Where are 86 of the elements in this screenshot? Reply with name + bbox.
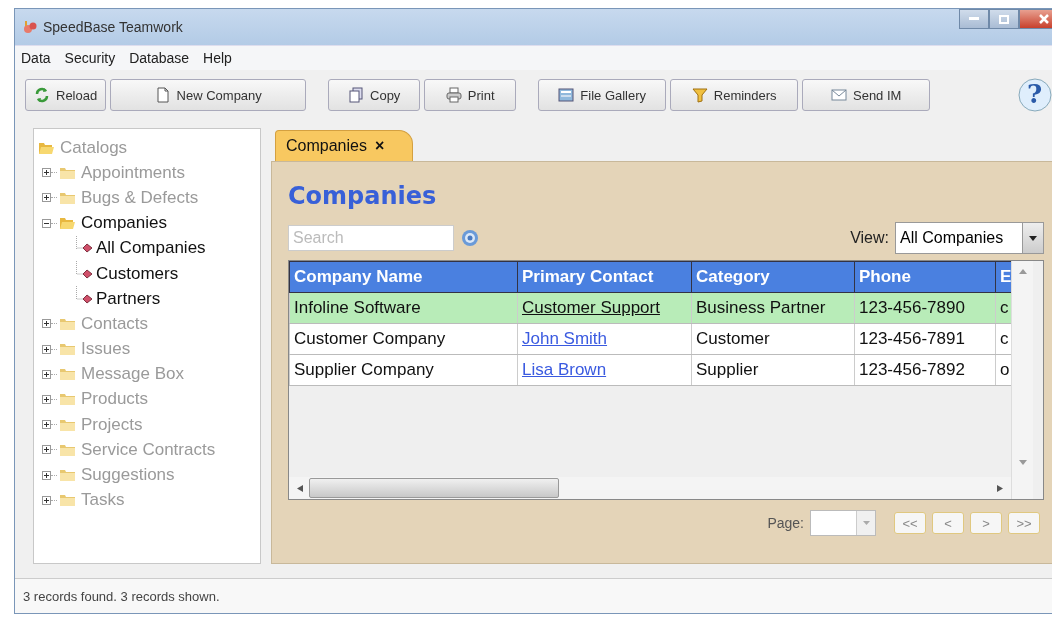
table-cell: 123-456-7892 — [854, 354, 996, 386]
column-header[interactable]: Company Name — [289, 261, 518, 293]
maximize-button[interactable] — [989, 9, 1019, 29]
toolbar-button[interactable]: Send IM — [802, 79, 931, 111]
envelope-icon — [831, 87, 847, 103]
tab[interactable]: Companies × — [275, 130, 414, 161]
minus-icon — [42, 218, 51, 228]
folder-icon — [59, 391, 77, 408]
plus-icon — [42, 193, 51, 203]
status-text: 3 records found. 3 records shown. — [23, 588, 220, 604]
toolbar-button[interactable]: Print — [424, 79, 517, 111]
toolbar-button[interactable]: Reload — [25, 79, 107, 111]
table-cell: 123-456-7891 — [854, 323, 996, 355]
maximize-icon — [999, 14, 1009, 24]
folder-icon — [59, 341, 77, 358]
column-header[interactable]: Phone — [854, 261, 996, 293]
scroll-down-icon — [1018, 460, 1027, 465]
folder-icon — [59, 467, 77, 484]
menu-item[interactable]: Database — [129, 50, 190, 66]
search-field[interactable]: Search — [288, 225, 454, 251]
plus-icon — [42, 495, 51, 505]
minimize-icon — [969, 17, 979, 21]
pager-button[interactable]: < — [932, 512, 964, 534]
gallery-icon — [558, 87, 575, 103]
page-label: Page: — [767, 515, 804, 531]
view-label: View: — [850, 229, 889, 247]
dropdown-arrow-icon — [1029, 235, 1037, 241]
menu-item[interactable]: Help — [203, 50, 232, 66]
tree-item[interactable]: Partners — [96, 288, 161, 309]
plus-icon — [42, 470, 51, 480]
help-icon — [1017, 77, 1052, 113]
toolbar-button[interactable]: File Gallery — [538, 79, 667, 111]
table-cell: Infoline Software — [289, 292, 518, 324]
plus-icon — [42, 319, 51, 329]
refresh-icon — [34, 87, 50, 103]
vertical-scrollbar[interactable] — [1011, 261, 1033, 499]
funnel-icon — [691, 87, 708, 103]
window-title: SpeedBase Teamwork — [43, 19, 183, 35]
pager-button[interactable]: << — [894, 512, 926, 534]
view-dropdown[interactable]: All Companies — [895, 222, 1044, 254]
page-heading: Companies — [288, 182, 438, 210]
folder-icon — [59, 366, 77, 383]
column-header[interactable]: Category — [691, 261, 855, 293]
app-icon — [23, 20, 37, 34]
table-row[interactable]: Supplier Company Lisa Brown Supplier 123-456-7892 o — [289, 354, 1011, 386]
close-icon — [1039, 14, 1049, 24]
horizontal-scrollbar[interactable] — [289, 477, 1011, 499]
plus-icon — [42, 394, 51, 404]
copy-icon — [348, 87, 364, 103]
scrollbar-thumb[interactable] — [309, 478, 559, 498]
table-cell: Customer Company — [289, 323, 518, 355]
tree-item[interactable]: Companies — [81, 213, 167, 234]
gear-icon — [460, 228, 480, 248]
menu-item[interactable]: Security — [64, 50, 116, 66]
plus-icon — [42, 168, 51, 178]
tree-item[interactable]: Customers — [96, 263, 179, 284]
table-cell: Supplier — [691, 354, 855, 386]
table-row[interactable]: Customer Company John Smith Customer 123-456-7891 c — [289, 323, 1011, 355]
table-row[interactable]: Infoline Software Customer Support Business Partner 123-456-7890 c — [289, 292, 1011, 324]
scroll-up-icon — [1018, 269, 1027, 274]
folder-icon — [59, 492, 77, 509]
toolbar-button[interactable]: Copy — [328, 79, 421, 111]
plus-icon — [42, 445, 51, 455]
scroll-right-icon — [997, 484, 1003, 492]
plus-icon — [42, 369, 51, 379]
minimize-button[interactable] — [959, 9, 989, 29]
expander-toggle[interactable] — [42, 218, 51, 228]
table-cell: Supplier Company — [289, 354, 518, 386]
menu-item[interactable]: Data — [21, 50, 51, 66]
pager-button[interactable]: > — [970, 512, 1002, 534]
scroll-left-icon — [297, 484, 303, 492]
close-tab-button[interactable]: × — [374, 137, 385, 155]
printer-icon — [445, 87, 462, 103]
table-cell: Business Partner — [691, 292, 855, 324]
toolbar-button[interactable]: Reminders — [670, 79, 799, 111]
table-cell: 123-456-7890 — [854, 292, 996, 324]
plus-icon — [42, 420, 51, 430]
toolbar-button[interactable]: New Company — [110, 79, 307, 111]
plus-icon — [42, 344, 51, 354]
dropdown-arrow-icon — [862, 521, 870, 525]
document-icon — [154, 87, 171, 103]
folder-icon — [59, 215, 77, 232]
table-cell: Customer — [691, 323, 855, 355]
column-header[interactable]: Primary Contact — [517, 261, 692, 293]
pager-button[interactable]: >> — [1008, 512, 1040, 534]
tree-item[interactable]: All Companies — [96, 238, 206, 259]
